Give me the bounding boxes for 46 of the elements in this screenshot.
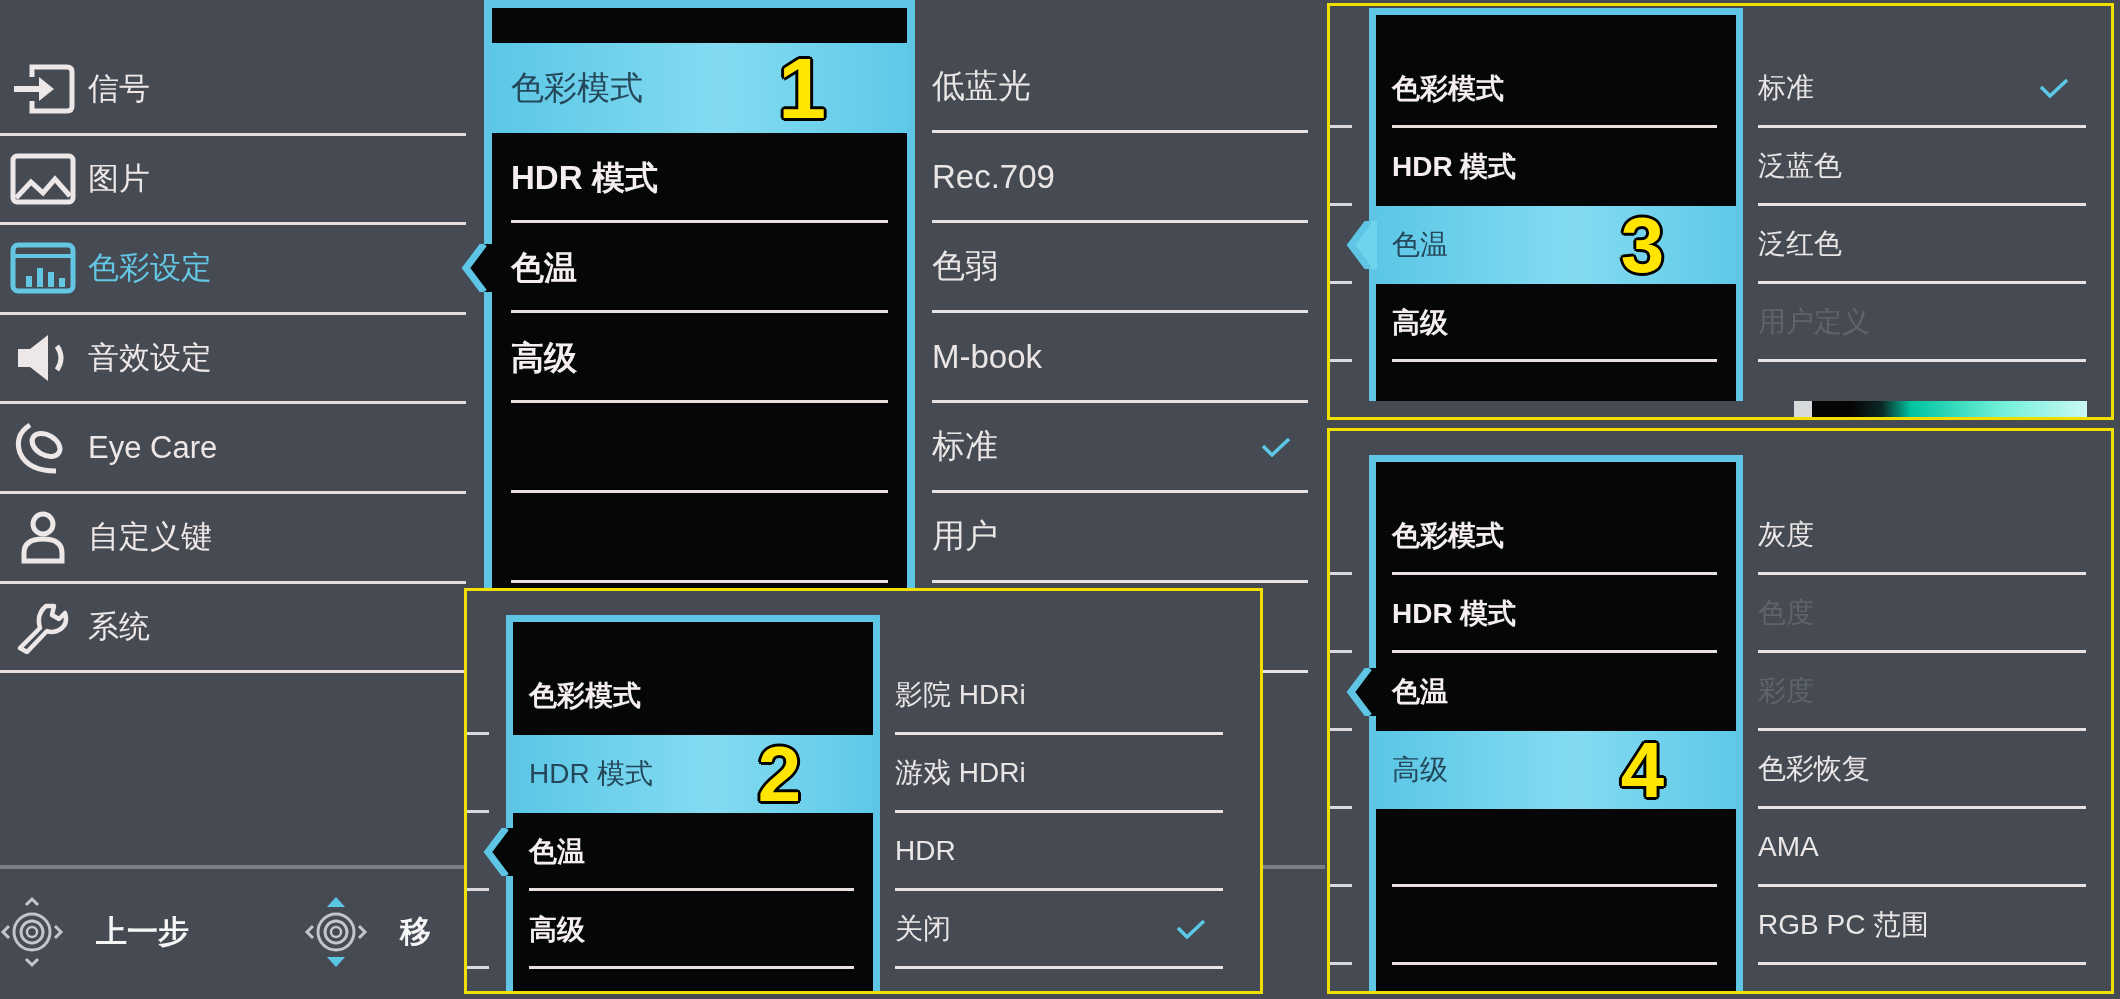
callout-number: 1 <box>778 45 827 131</box>
option-item[interactable]: 泛红色 <box>1758 206 2086 284</box>
picture-icon <box>10 151 76 206</box>
menu-item[interactable]: 高级 <box>513 891 873 969</box>
hint-label: 上一步 <box>96 913 189 951</box>
menu-item[interactable]: 高级 <box>492 313 907 403</box>
option-item[interactable]: M-book <box>932 313 1308 403</box>
option-item[interactable]: 泛蓝色 <box>1758 128 2086 206</box>
checkmark-icon <box>2039 77 2069 98</box>
option-item[interactable]: RGB PC 范围 <box>1758 887 2086 965</box>
checkmark-icon <box>1261 436 1291 457</box>
option-item[interactable]: 色弱 <box>932 223 1308 313</box>
menu-item[interactable]: 色彩模式 <box>1376 497 1736 575</box>
menu-item[interactable]: HDR 模式 <box>1376 575 1736 653</box>
menu-item[interactable]: 色温 <box>492 223 907 313</box>
option-item[interactable]: 游戏 HDRi <box>895 735 1223 813</box>
menu-item[interactable]: 色彩模式 <box>1376 50 1736 128</box>
option-item[interactable]: 色彩恢复 <box>1758 731 2086 809</box>
callout-number: 2 <box>757 735 802 813</box>
callout-number: 4 <box>1620 731 1665 809</box>
option-item[interactable]: Rec.709 <box>932 133 1308 223</box>
sidebar-item[interactable]: 音效设定 <box>0 314 466 405</box>
option-item[interactable]: 用户 <box>932 493 1308 583</box>
menu-item[interactable]: HDR 模式 <box>492 133 907 223</box>
hint-label: 移 <box>400 913 431 951</box>
option-item[interactable]: AMA <box>1758 809 2086 887</box>
option-item[interactable]: 灰度 <box>1758 497 2086 575</box>
option-item[interactable]: 标准 <box>932 403 1308 493</box>
menu-item[interactable]: 色温 <box>1376 653 1736 731</box>
menu-item[interactable]: 色彩模式 <box>513 657 873 735</box>
sidebar-item[interactable]: 自定义键 <box>0 493 466 584</box>
bar-chart-icon <box>10 241 76 296</box>
sidebar-item[interactable]: Eye Care <box>0 404 466 494</box>
menu-item[interactable]: 高级 <box>1376 284 1736 362</box>
menu-item[interactable]: HDR 模式 <box>1376 128 1736 206</box>
option-item[interactable]: 标准 <box>1758 50 2086 128</box>
menu-item[interactable]: 色温 <box>513 813 873 891</box>
option-item[interactable]: 关闭 <box>895 891 1223 969</box>
checkmark-icon <box>1176 918 1206 939</box>
sidebar-item[interactable]: 图片 <box>0 135 466 226</box>
option-item[interactable]: HDR <box>895 813 1223 891</box>
option-item[interactable]: 低蓝光 <box>932 43 1308 133</box>
sidebar-item[interactable]: 色彩设定 <box>0 225 466 315</box>
sidebar-item[interactable]: 信号 <box>0 46 466 136</box>
callout-number: 3 <box>1620 206 1665 284</box>
option-item[interactable]: 影院 HDRi <box>895 657 1223 735</box>
